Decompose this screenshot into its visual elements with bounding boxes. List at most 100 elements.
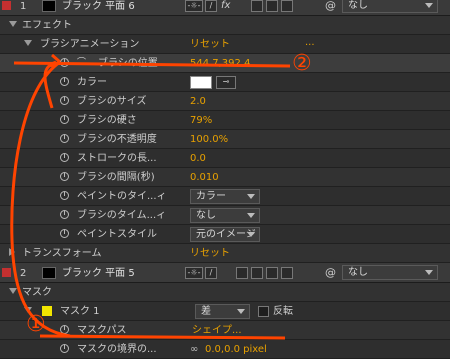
- paint-style-dropdown[interactable]: 元のイメージ: [190, 227, 260, 242]
- mask-group-row[interactable]: マスク: [0, 283, 450, 302]
- collapse-switch-icon[interactable]: /: [205, 267, 217, 279]
- prop-row-stroke-length[interactable]: ストロークの長... 0.0: [0, 149, 450, 168]
- layer-number: 1: [20, 1, 27, 12]
- stopwatch-icon[interactable]: [60, 172, 69, 181]
- effect-name: ブラシアニメーション: [40, 39, 140, 50]
- shy-switch-icon[interactable]: -☼-: [185, 0, 203, 12]
- color-swatch[interactable]: [190, 76, 212, 89]
- parent-pickwhip-icon[interactable]: @: [325, 266, 336, 279]
- expand-triangle-icon[interactable]: [9, 21, 17, 27]
- expand-triangle-icon[interactable]: [9, 248, 15, 256]
- prop-row-paint-style[interactable]: ペイントスタイル 元のイメージ: [0, 225, 450, 244]
- fx-switch-icon[interactable]: fx: [221, 0, 230, 12]
- graph-icon[interactable]: ⌒: [77, 57, 86, 70]
- mask-name[interactable]: マスク 1: [60, 305, 100, 318]
- effects-group-row[interactable]: エフェクト: [0, 16, 450, 35]
- switch-box-2[interactable]: [266, 267, 278, 279]
- eyedropper-icon[interactable]: ⊸: [216, 76, 236, 89]
- prop-row-brush-size[interactable]: ブラシのサイズ 2.0: [0, 92, 450, 111]
- prop-value[interactable]: 544.7,392.4: [190, 57, 250, 70]
- switch-box-1[interactable]: [251, 267, 263, 279]
- prop-label: ストロークの長...: [77, 153, 157, 164]
- annotation-label-2: ②: [292, 51, 312, 76]
- parent-dropdown[interactable]: なし: [342, 0, 438, 13]
- expand-triangle-icon[interactable]: [9, 288, 17, 294]
- mask-mode-dropdown[interactable]: 差: [195, 304, 250, 319]
- chevron-down-icon: [425, 3, 433, 8]
- collapse-switch-icon[interactable]: /: [205, 0, 217, 12]
- chevron-down-icon: [237, 309, 245, 314]
- prop-value[interactable]: 100.0%: [190, 133, 228, 146]
- effect-options-link[interactable]: ...: [305, 36, 315, 49]
- layer-name[interactable]: ブラック 平面 6: [62, 0, 135, 13]
- transform-group-row[interactable]: トランスフォーム リセット: [0, 244, 450, 263]
- stopwatch-icon[interactable]: [60, 344, 69, 353]
- parent-dropdown[interactable]: なし: [342, 265, 438, 280]
- layer-thumbnail: [42, 267, 56, 279]
- brush-time-dropdown[interactable]: なし: [190, 208, 260, 223]
- prop-row-brush-spacing[interactable]: ブラシの間隔(秒) 0.010: [0, 168, 450, 187]
- prop-value[interactable]: 0.0,0.0 pixel: [205, 343, 267, 356]
- stopwatch-icon[interactable]: [60, 134, 69, 143]
- brush-animation-row[interactable]: ブラシアニメーション リセット ...: [0, 35, 450, 54]
- prop-row-brush-time[interactable]: ブラシのタイム...ィ なし: [0, 206, 450, 225]
- stopwatch-icon[interactable]: [60, 229, 69, 238]
- prop-label: ペイントのタイ...ィ: [77, 191, 167, 202]
- prop-row-color[interactable]: カラー ⊸: [0, 73, 450, 92]
- layer-thumbnail: [42, 0, 56, 12]
- prop-label: マスクパス: [77, 325, 127, 336]
- stopwatch-icon[interactable]: [60, 96, 69, 105]
- dropdown-value: カラー: [196, 191, 226, 202]
- prop-value[interactable]: 2.0: [190, 95, 206, 108]
- layer-row-1[interactable]: 1 ブラック 平面 6 -☼- / fx @ なし: [0, 0, 450, 16]
- annotation-label-1: ①: [26, 312, 46, 337]
- link-icon[interactable]: ∞: [190, 343, 198, 356]
- chevron-down-icon: [247, 213, 255, 218]
- prop-label: ブラシのタイム...ィ: [77, 210, 167, 221]
- layer-row-2[interactable]: 2 ブラック 平面 5 -☼- / @ なし: [0, 263, 450, 283]
- mask-1-row[interactable]: マスク 1 差 反転: [0, 302, 450, 321]
- parent-pickwhip-icon[interactable]: @: [325, 0, 336, 12]
- dropdown-value: 差: [201, 306, 211, 317]
- chevron-down-icon: [247, 194, 255, 199]
- stopwatch-icon[interactable]: [60, 115, 69, 124]
- label-color-swatch[interactable]: [2, 1, 11, 10]
- prop-row-brush-opacity[interactable]: ブラシの不透明度 100.0%: [0, 130, 450, 149]
- mask-label: マスク: [22, 287, 52, 298]
- chevron-down-icon: [425, 270, 433, 275]
- parent-dropdown-value: なし: [348, 0, 368, 11]
- layer-name[interactable]: ブラック 平面 5: [62, 267, 135, 280]
- prop-row-mask-feather[interactable]: マスクの境界の... ∞ 0.0,0.0 pixel: [0, 340, 450, 359]
- switch-box-1[interactable]: [251, 0, 263, 12]
- expand-triangle-icon[interactable]: [24, 40, 32, 46]
- switch-box-3[interactable]: [281, 267, 293, 279]
- invert-checkbox[interactable]: [258, 306, 269, 317]
- prop-row-paint-time[interactable]: ペイントのタイ...ィ カラー: [0, 187, 450, 206]
- stopwatch-icon[interactable]: [60, 153, 69, 162]
- stopwatch-icon[interactable]: [60, 191, 69, 200]
- label-color-swatch[interactable]: [2, 268, 11, 277]
- invert-label: 反転: [273, 306, 293, 317]
- stopwatch-icon[interactable]: [60, 58, 69, 67]
- prop-row-brush-hardness[interactable]: ブラシの硬さ 79%: [0, 111, 450, 130]
- prop-value[interactable]: 79%: [190, 114, 212, 127]
- stopwatch-icon[interactable]: [60, 325, 69, 334]
- prop-value[interactable]: シェイプ...: [192, 324, 242, 337]
- prop-row-brush-position[interactable]: ⌒ ブラシの位置 544.7,392.4: [0, 54, 450, 73]
- switch-box-3[interactable]: [281, 0, 293, 12]
- layer-number: 2: [20, 268, 27, 279]
- prop-value[interactable]: 0.0: [190, 152, 206, 165]
- stopwatch-icon[interactable]: [60, 77, 69, 86]
- prop-value[interactable]: 0.010: [190, 171, 219, 184]
- paint-time-dropdown[interactable]: カラー: [190, 189, 260, 204]
- reset-link[interactable]: リセット: [190, 247, 230, 260]
- stopwatch-icon[interactable]: [60, 210, 69, 219]
- switch-box-0[interactable]: [236, 267, 248, 279]
- prop-label: ブラシの硬さ: [77, 115, 137, 126]
- prop-row-mask-path[interactable]: マスクパス シェイプ...: [0, 321, 450, 340]
- reset-link[interactable]: リセット: [190, 38, 230, 51]
- shy-switch-icon[interactable]: -☼-: [185, 267, 203, 279]
- prop-label: カラー: [77, 77, 107, 88]
- prop-label: ブラシの不透明度: [77, 134, 157, 145]
- switch-box-2[interactable]: [266, 0, 278, 12]
